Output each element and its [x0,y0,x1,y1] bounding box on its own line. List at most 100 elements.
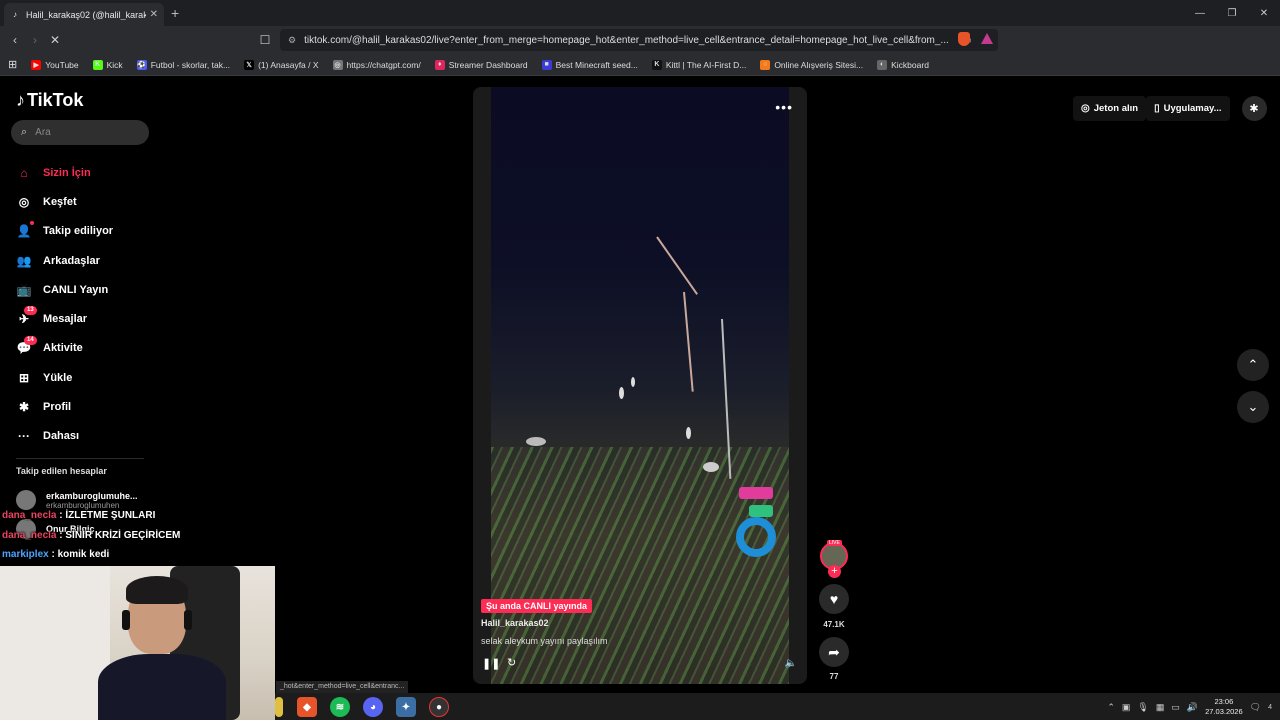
bookmark-item[interactable]: ○ Online Alışveriş Sitesi... [760,59,863,70]
speaker-icon[interactable]: 🔊 [1187,702,1198,713]
browser-tab[interactable]: ♪ Halil_karakaş02 (@halil_karaka... ✕ [4,3,164,26]
spotify-icon[interactable]: ≋ [330,697,350,717]
webcam-person-body [98,654,226,720]
search-placeholder: Ara [35,127,51,138]
forward-icon[interactable]: › [26,31,44,49]
previous-video-button[interactable]: ⌃ [1237,349,1269,381]
live-now-tag[interactable]: Şu anda CANLI yayında [481,599,593,613]
video-username[interactable]: Halil_karakas02 [481,618,549,628]
bookmark-item[interactable]: ◎ https://chatgpt.com/ [332,59,421,70]
nav-item[interactable]: ✱ Profil [16,392,113,421]
phone-icon: ▯ [1154,103,1160,114]
nav-label: Sizin İçin [43,166,91,179]
nav-label: Dahası [43,430,80,443]
refresh-icon[interactable]: ↻ [507,656,516,669]
live-video-card[interactable]: ••• Şu anda CANLI yayında Halil_karakas0… [473,87,807,684]
followed-account[interactable]: erkamburoglumuhe... erkamburoglumuhen [16,490,138,510]
like-button[interactable]: ♥ [819,584,849,614]
notifications-icon[interactable]: 🗨 [1250,702,1261,713]
nav-item[interactable]: ··· Dahası [16,422,113,451]
bookmark-item[interactable]: ◐ Kickboard [877,59,929,70]
volume-icon[interactable]: 🔈 [785,658,797,669]
site-info-icon[interactable]: ⚙ [288,35,296,46]
nav-item[interactable]: ⌂ Sizin İçin [16,158,113,187]
bookmark-label: (1) Anasayfa / X [258,59,319,70]
tray-chevron-icon[interactable]: ⌃ [1107,702,1115,713]
tray-app-icon[interactable]: ▦ [1156,702,1165,713]
bookmark-label: Kick [106,59,123,70]
search-input[interactable]: ⌕ Ara [11,120,149,145]
back-icon[interactable]: ‹ [6,31,24,49]
share-count: 77 [829,672,839,681]
get-app-button[interactable]: ▯ Uygulamay... [1146,96,1230,121]
x-icon: 𝕏 [244,59,255,70]
brave-rewards-icon[interactable] [981,33,993,44]
like-count: 47.1K [823,620,845,629]
minimize-icon[interactable]: — [1184,0,1216,26]
restore-icon[interactable]: ❐ [1216,0,1248,26]
followed-name: erkamburoglumuhe... [46,490,138,501]
file-explorer-icon[interactable] [275,697,283,717]
bookmark-item[interactable]: ⚽ Futbol - skorlar, tak... [136,59,230,70]
bookmark-item[interactable]: ▶ YouTube [31,59,79,70]
webcam-person-hair [126,576,188,604]
futbol-icon: ⚽ [136,59,147,70]
avatar [16,490,36,510]
clock[interactable]: 23:06 27.03.2026 [1205,697,1243,717]
coin-icon: ◎ [1081,103,1090,114]
follow-plus-icon[interactable]: + [828,565,841,578]
tab-close-icon[interactable]: ✕ [150,9,158,20]
status-url: _hot&enter_method=live_cell&entranc... [276,681,409,693]
stop-loading-icon[interactable]: ✕ [46,31,64,49]
tray-app-icon[interactable]: ▣ [1122,702,1131,713]
brave-shield-icon[interactable] [958,32,970,46]
nav-item[interactable]: ✈ 13 Mesajlar [16,304,113,333]
share-button[interactable]: ➦ [819,637,849,667]
nav-item[interactable]: ◎ Keşfet [16,187,113,216]
live-video[interactable] [491,87,789,684]
network-icon[interactable]: ▭ [1171,702,1180,713]
get-coins-button[interactable]: ◎ Jeton alın [1073,96,1147,121]
video-object [703,462,719,472]
tiktok-logo[interactable]: ♪ TikTok [16,90,83,111]
bookmark-item[interactable]: K Kittl | The AI-First D... [651,59,746,70]
close-window-icon[interactable]: ✕ [1248,0,1280,26]
discord-icon[interactable]: ◕ [363,697,383,717]
bookmark-label: Kickboard [891,59,929,70]
video-stick [656,236,698,295]
brave-taskbar-icon[interactable]: ◆ [297,697,317,717]
tab-title: Halil_karakaş02 (@halil_karaka... [26,9,146,20]
bookmark-icon[interactable]: ☐ [256,31,274,49]
nav-item[interactable]: 👥 Arkadaşlar [16,246,113,275]
nav-item[interactable]: 📺 CANLI Yayın [16,275,113,304]
kickboard-icon: ◐ [877,59,888,70]
nav-item[interactable]: ⊞ Yükle [16,363,113,392]
bookmark-item[interactable]: ♦ Streamer Dashboard [434,59,528,70]
nav-label: Profil [43,401,72,414]
profile-avatar-button[interactable]: ✱ [1241,96,1267,121]
pause-icon[interactable]: ❚❚ [482,657,500,670]
address-toolbar: ‹ › ✕ ☐ ⚙ tiktok.com/@halil_karakas02/li… [0,26,1280,70]
new-tab-button[interactable]: + [171,5,179,21]
url-bar[interactable]: ⚙ tiktok.com/@halil_karakas02/live?enter… [280,29,998,51]
app-icon[interactable]: ✦ [396,697,416,717]
bookmark-item[interactable]: ■ Best Minecraft seed... [541,59,638,70]
bookmark-item[interactable]: 𝕏 (1) Anasayfa / X [244,59,319,70]
apps-icon[interactable]: ⊞ [8,58,17,71]
obs-icon[interactable]: ● [429,697,449,717]
nav-label: Takip ediliyor [43,225,114,238]
chatgpt-icon: ◎ [332,59,343,70]
mic-icon[interactable]: 🎙 [1137,702,1148,713]
nav-label: Aktivite [43,342,83,355]
nav-item[interactable]: 👤 Takip ediliyor [16,217,113,246]
chat-message: dana_necla : SİNİR KRİZİ GEÇİRİCEM [2,530,180,541]
bookmark-item[interactable]: K Kick [92,59,123,70]
more-options-icon[interactable]: ••• [775,99,793,115]
nav-item[interactable]: 💬 14 Aktivite [16,334,113,363]
new-dot [30,220,34,225]
notification-badge: 13 [24,306,37,316]
following-icon: 👤 [16,224,32,239]
next-video-button[interactable]: ⌄ [1237,391,1269,423]
upload-icon: ⊞ [18,370,30,385]
nav-label: Keşfet [43,195,77,208]
